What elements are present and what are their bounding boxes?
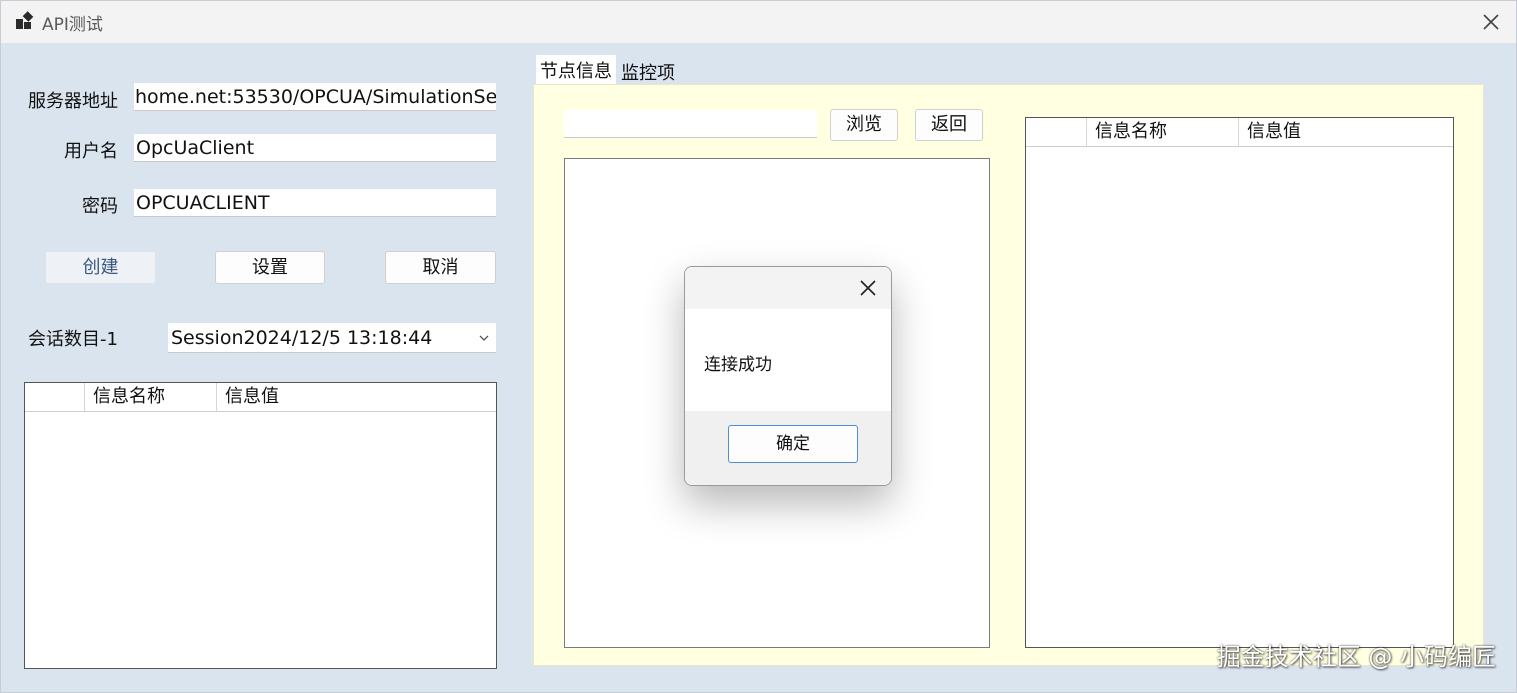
grid-row-header-cell (1026, 118, 1087, 146)
cancel-button[interactable]: 取消 (385, 251, 496, 284)
server-address-input[interactable]: home.net:53530/OPCUA/SimulationServer (134, 83, 496, 111)
password-label: 密码 (82, 196, 118, 217)
dialog-title-bar (685, 267, 891, 309)
title-bar: API测试 (1, 1, 1516, 44)
column-header-info-value[interactable]: 信息值 (217, 383, 496, 411)
dialog-close-icon[interactable] (853, 273, 883, 303)
tab-node-info[interactable]: 节点信息 (536, 55, 616, 87)
node-path-input[interactable] (564, 110, 817, 138)
server-address-label: 服务器地址 (28, 91, 118, 112)
password-input[interactable]: OPCUACLIENT (134, 189, 496, 217)
back-button[interactable]: 返回 (915, 109, 983, 141)
watermark: 掘金技术社区 @ 小码编匠 (1216, 643, 1496, 671)
ok-button[interactable]: 确定 (728, 425, 858, 463)
window-title: API测试 (42, 15, 103, 35)
username-label: 用户名 (64, 141, 118, 162)
column-header-info-name[interactable]: 信息名称 (85, 383, 217, 411)
session-info-grid-header: 信息名称 信息值 (25, 383, 496, 412)
server-address-value: home.net:53530/OPCUA/SimulationServer (135, 86, 496, 108)
session-select[interactable]: Session2024/12/5 13:18:44 (168, 323, 496, 353)
username-input[interactable]: OpcUaClient (134, 134, 496, 162)
dialog-message: 连接成功 (704, 355, 772, 375)
create-button[interactable]: 创建 (45, 251, 156, 284)
main-window: API测试 服务器地址 home.net:53530/OPCUA/Simulat… (0, 0, 1517, 693)
node-info-grid-header: 信息名称 信息值 (1026, 118, 1453, 147)
column-header-info-value[interactable]: 信息值 (1239, 118, 1453, 146)
dialog-button-area: 确定 (685, 411, 891, 485)
window-close-icon[interactable] (1476, 7, 1506, 37)
session-info-grid[interactable]: 信息名称 信息值 (24, 382, 497, 669)
session-count-label: 会话数目-1 (28, 329, 118, 350)
settings-button[interactable]: 设置 (215, 251, 325, 284)
chevron-down-icon (479, 335, 489, 341)
grid-row-header-cell (25, 383, 85, 411)
app-icon (16, 11, 34, 29)
column-header-info-name[interactable]: 信息名称 (1087, 118, 1239, 146)
tab-monitored-items[interactable]: 监控项 (621, 59, 675, 85)
session-select-value: Session2024/12/5 13:18:44 (171, 327, 433, 349)
message-dialog: 连接成功 确定 (684, 266, 892, 486)
node-info-grid[interactable]: 信息名称 信息值 (1025, 117, 1454, 648)
browse-button[interactable]: 浏览 (830, 109, 898, 141)
